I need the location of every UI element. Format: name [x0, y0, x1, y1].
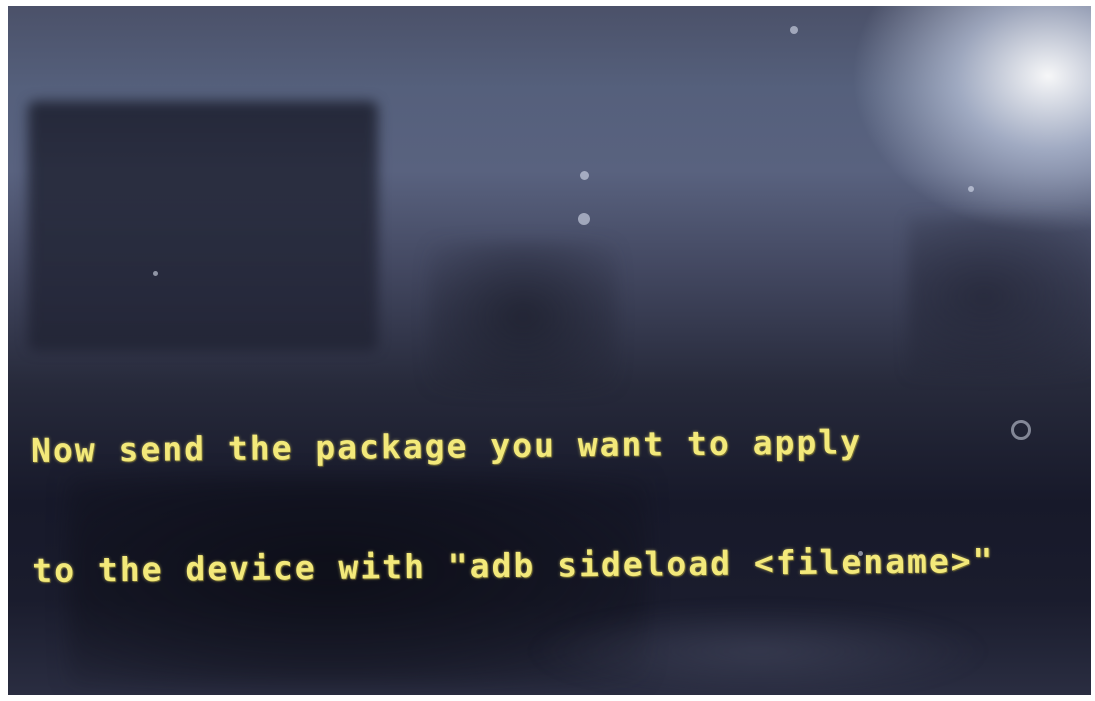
dust-speck — [1011, 420, 1031, 440]
dust-speck — [580, 171, 589, 180]
photo-frame: Now send the package you want to apply t… — [0, 0, 1095, 701]
dust-speck — [578, 213, 590, 225]
dust-speck — [968, 186, 974, 192]
message-line-1: Now send the package you want to apply — [30, 422, 863, 470]
glare-reflection-left — [28, 101, 378, 351]
dust-speck — [790, 26, 798, 34]
message-line-2: to the device with "adb sideload <filena… — [32, 540, 995, 590]
device-screen-photo: Now send the package you want to apply t… — [8, 6, 1091, 695]
recovery-message: Now send the package you want to apply t… — [30, 341, 995, 671]
dust-speck — [153, 271, 158, 276]
